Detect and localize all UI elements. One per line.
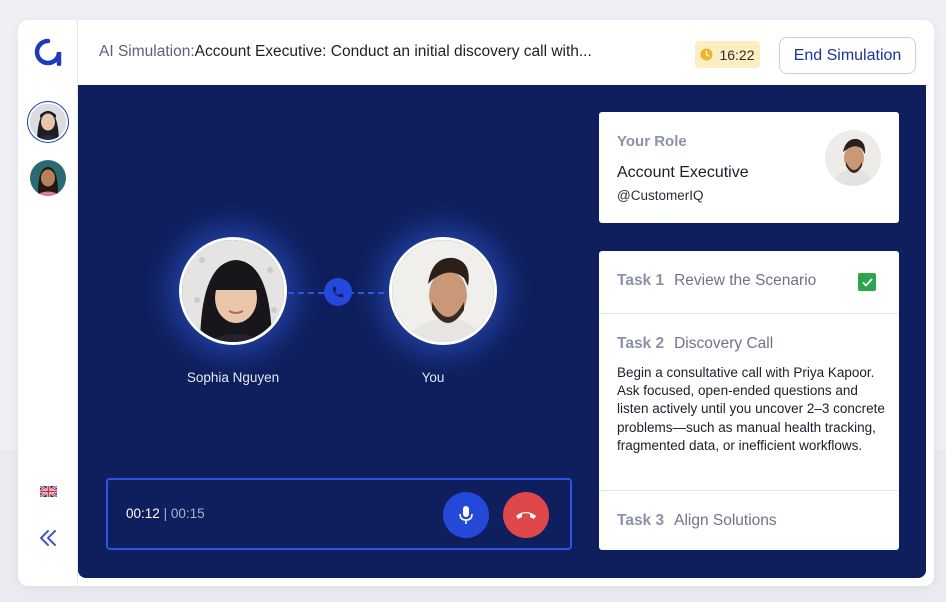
total-time: 00:15 <box>170 506 205 521</box>
role-photo <box>825 130 881 186</box>
task-list: Task 1 Review the Scenario Task 2 Discover… <box>599 251 899 550</box>
role-avatar <box>825 130 881 186</box>
avatar-image <box>30 160 66 196</box>
call-duration: 00:12 | 00:15 <box>126 506 205 521</box>
timer-value: 16:22 <box>719 46 755 63</box>
role-title: Account Executive <box>617 164 749 181</box>
self-avatar <box>389 237 497 345</box>
caller-avatar-sophia <box>179 237 287 345</box>
title-prefix: AI Simulation: <box>99 43 195 60</box>
self-name: You <box>421 370 445 385</box>
task-name: Review the Scenario <box>674 272 817 289</box>
task-item-2[interactable]: Task 2 Discovery Call Begin a consultativ… <box>599 314 899 491</box>
call-control-bar: 00:12 | 00:15 <box>106 478 572 550</box>
title-text: Account Executive: Conduct an initial di… <box>194 43 592 60</box>
call-panel: Sophia Nguyen You 00:12 | 00:15 Your Rol… <box>78 85 926 578</box>
timer-badge: 16:22 <box>695 41 760 68</box>
sidebar <box>18 20 78 586</box>
task-name: Discovery Call <box>674 335 774 352</box>
role-organization: @CustomerIQ <box>617 188 704 203</box>
microphone-button[interactable] <box>443 492 489 538</box>
caller-photo <box>182 240 284 342</box>
end-simulation-button[interactable]: End Simulation <box>779 37 916 74</box>
header: AI Simulation:Account Executive: Conduct… <box>78 20 934 85</box>
self-photo <box>392 240 494 342</box>
elapsed-time: 00:12 <box>126 506 160 521</box>
time-separator: | <box>163 506 168 521</box>
uk-flag-icon[interactable] <box>40 486 57 497</box>
app-window: AI Simulation:Account Executive: Conduct… <box>18 20 934 586</box>
task-header: Task 1 Review the Scenario <box>617 272 816 290</box>
sidebar-avatar-priya[interactable] <box>30 160 66 196</box>
app-logo[interactable] <box>34 38 62 66</box>
task-name: Align Solutions <box>674 512 777 529</box>
task-number: Task 3 <box>617 512 665 529</box>
task-item-1[interactable]: Task 1 Review the Scenario <box>599 251 899 314</box>
clock-icon <box>700 48 713 61</box>
caller-name: Sophia Nguyen <box>186 370 280 385</box>
task-number: Task 1 <box>617 272 665 289</box>
page-title: AI Simulation:Account Executive: Conduct… <box>99 43 592 61</box>
role-label: Your Role <box>617 133 687 150</box>
task-complete-check-icon <box>858 273 876 291</box>
task-header: Task 3 Align Solutions <box>617 512 777 530</box>
role-card: Your Role Account Executive @CustomerIQ <box>599 112 899 223</box>
microphone-icon <box>459 506 473 524</box>
task-number: Task 2 <box>617 335 665 352</box>
phone-icon <box>324 278 352 306</box>
hang-up-button[interactable] <box>503 492 549 538</box>
task-header: Task 2 Discovery Call <box>617 335 773 353</box>
avatar-image <box>30 104 66 140</box>
sidebar-avatar-sophia[interactable] <box>30 104 66 140</box>
hang-up-icon <box>516 512 536 519</box>
task-item-3[interactable]: Task 3 Align Solutions <box>599 491 899 550</box>
task-description: Begin a consultative call with Priya Kap… <box>617 365 885 453</box>
double-chevron-left-icon[interactable] <box>36 526 60 550</box>
